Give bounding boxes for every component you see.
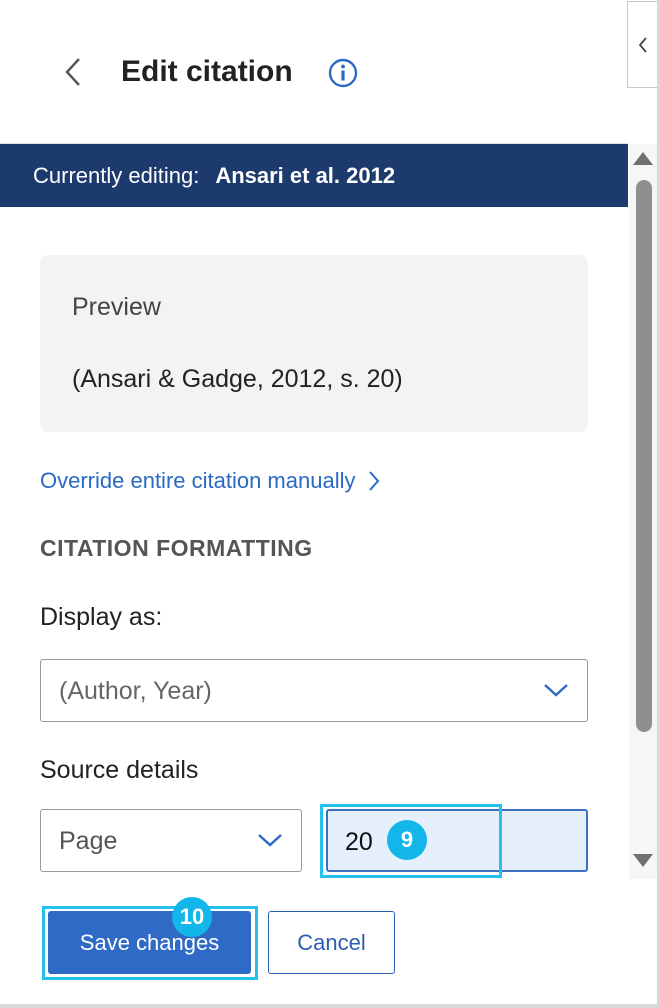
locator-type-value: Page [59,827,118,855]
chevron-left-icon [65,58,80,86]
chevron-down-icon [258,834,282,847]
currently-editing-bar: Currently editing: Ansari et al. 2012 [0,144,628,207]
page-title: Edit citation [121,55,293,88]
preview-label: Preview [72,293,161,321]
preview-text: (Ansari & Gadge, 2012, s. 20) [72,365,403,393]
override-citation-link[interactable]: Override entire citation manually [40,468,380,494]
currently-editing-label: Currently editing: [33,162,200,188]
highlight-box-save [42,906,258,980]
chevron-left-icon [638,36,647,53]
display-as-select[interactable]: (Author, Year) [40,659,588,722]
step-badge-save: 10 [172,897,212,937]
chevron-right-icon [369,471,380,491]
chevron-down-icon [544,684,568,697]
locator-type-select[interactable]: Page [40,809,302,872]
display-as-label: Display as: [40,603,163,631]
source-details-label: Source details [40,756,199,784]
currently-editing-value: Ansari et al. 2012 [215,162,396,188]
back-button[interactable] [56,52,90,92]
citation-preview-card: Preview (Ansari & Gadge, 2012, s. 20) [40,255,588,432]
citation-formatting-heading: CITATION FORMATTING [40,535,313,561]
collapse-panel-button[interactable] [627,1,657,88]
override-citation-label: Override entire citation manually [40,468,356,493]
display-as-value: (Author, Year) [59,677,212,705]
step-badge-input: 9 [387,820,427,860]
scrollbar-thumb[interactable] [636,180,652,732]
scroll-down-arrow-icon[interactable] [633,854,653,867]
cancel-button[interactable]: Cancel [268,911,395,974]
panel-border-bottom [0,1004,660,1008]
scroll-up-arrow-icon[interactable] [633,152,653,165]
info-button[interactable] [327,57,359,89]
info-icon [328,58,358,88]
